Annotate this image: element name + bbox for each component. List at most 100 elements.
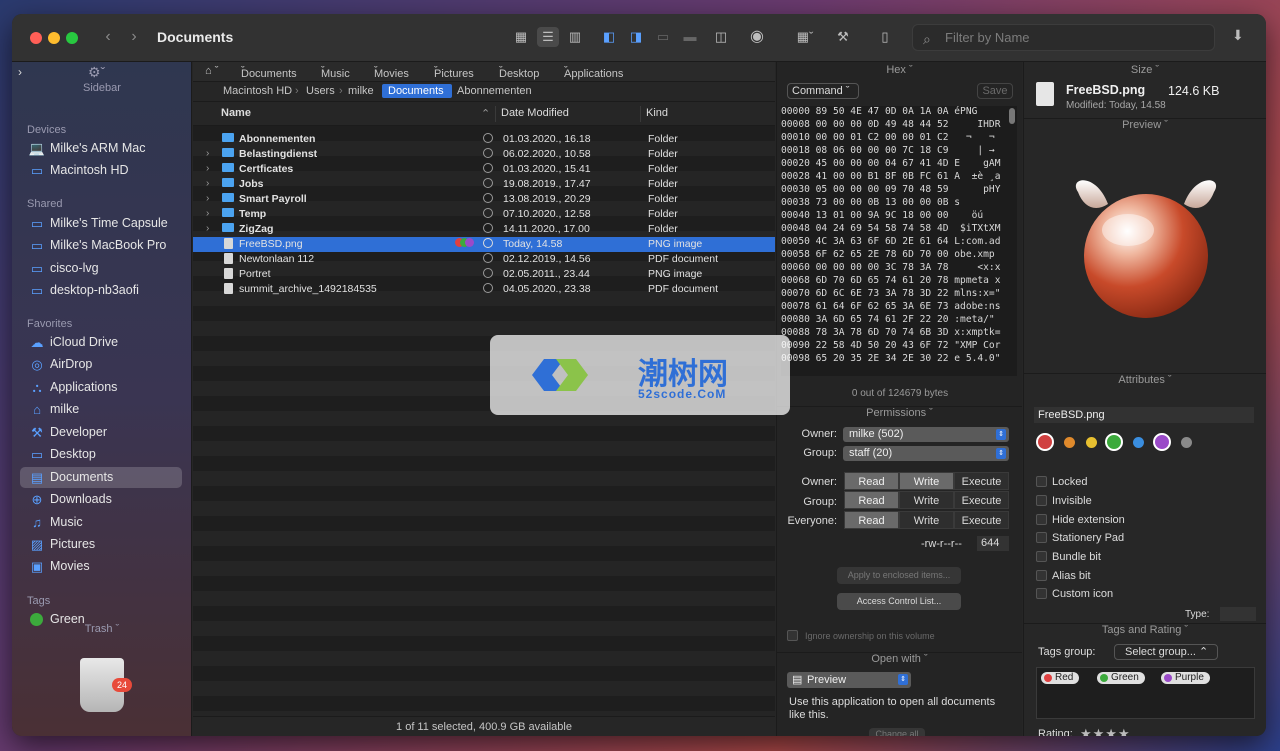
table-row[interactable]: › Certficates 01.03.2020., 15.41 Folder [193, 162, 775, 177]
disclosure-triangle-icon[interactable]: › [206, 178, 209, 189]
favorites-item[interactable]: Documents ˇ [241, 65, 297, 80]
tags-group-select[interactable]: Select group... ⌃ [1114, 644, 1218, 660]
column-kind[interactable]: Kind [646, 107, 668, 119]
home-icon[interactable]: ⌂ ˇ [205, 65, 218, 77]
disclosure-triangle-icon[interactable]: › [206, 148, 209, 159]
top-pane-icon[interactable]: ▬ [679, 27, 701, 47]
table-row[interactable]: › Belastingdienst 06.02.2020., 10.58 Fol… [193, 147, 775, 162]
alias-bit-checkbox[interactable] [1036, 570, 1047, 581]
sidebar-item-applications[interactable]: ⛬ Applications [20, 377, 182, 398]
list-view-icon[interactable]: ☰ [537, 27, 559, 47]
change-all-button[interactable]: Change all [869, 728, 925, 736]
everyone-read-toggle[interactable]: Read [844, 511, 899, 529]
group-execute-toggle[interactable]: Execute [954, 491, 1009, 509]
favorites-item[interactable]: Music ˇ [321, 65, 350, 80]
favorites-item[interactable]: Applications ˇ [564, 65, 623, 80]
disclosure-triangle-icon[interactable]: › [206, 163, 209, 174]
minimize-window-button[interactable] [48, 32, 60, 44]
favorites-item[interactable]: Desktop ˇ [499, 65, 539, 80]
open-with-header[interactable]: Open with ˇ [777, 652, 1022, 665]
trash-label[interactable]: Trash ˇ [12, 623, 192, 635]
eye-icon[interactable]: ◉ [744, 27, 770, 47]
permissions-header[interactable]: Permissions ˇ [777, 406, 1022, 419]
disclosure-triangle-icon[interactable]: › [206, 208, 209, 219]
save-button[interactable]: Save [977, 83, 1013, 99]
type-field[interactable] [1220, 607, 1256, 621]
sidebar-item-icloud[interactable]: ☁ iCloud Drive [20, 332, 182, 353]
sidebar-item-desktop[interactable]: ▭ Desktop [20, 444, 182, 465]
stationery-pad-checkbox[interactable] [1036, 532, 1047, 543]
table-row[interactable]: › Temp 07.10.2020., 12.58 Folder [193, 207, 775, 222]
invisible-checkbox[interactable] [1036, 495, 1047, 506]
sidebar-item-pictures[interactable]: ▨ Pictures [20, 534, 182, 555]
hex-scrollbar[interactable] [1009, 108, 1015, 124]
group-select[interactable]: staff (20) ⇕ [843, 446, 1009, 461]
sidebar-item-music[interactable]: ♫ Music [20, 512, 182, 533]
chevron-right-icon[interactable]: › [18, 65, 22, 79]
column-divider[interactable] [640, 106, 641, 122]
bottom-pane-icon[interactable]: ▭ [652, 27, 674, 47]
gear-menu-icon[interactable]: ⚙ˇ [88, 64, 105, 81]
owner-execute-toggle[interactable]: Execute [954, 472, 1009, 490]
attributes-name-field[interactable]: FreeBSD.png [1034, 407, 1254, 423]
download-arrow-icon[interactable]: ⬇ [1232, 27, 1244, 44]
octal-field[interactable]: 644 [977, 536, 1009, 551]
filter-search-field[interactable]: ⌕ Filter by Name [912, 24, 1215, 51]
breadcrumb-item[interactable]: Abonnementen [457, 85, 532, 97]
preview-header[interactable]: Preview ˇ [1024, 118, 1266, 131]
hide-extension-checkbox[interactable] [1036, 514, 1047, 525]
sidebar-item-milke[interactable]: ⌂ milke [20, 399, 182, 420]
open-with-select[interactable]: ▤ Preview ⇕ [787, 672, 911, 688]
table-row[interactable]: Newtonlaan 112 02.12.2019., 14.56 PDF do… [193, 252, 775, 267]
sidebar-item-downloads[interactable]: ⊕ Downloads [20, 489, 182, 510]
label-color-purple[interactable] [1153, 433, 1171, 451]
tag-chip-purple[interactable]: Purple [1161, 672, 1210, 684]
column-name[interactable]: Name [221, 107, 251, 119]
table-row[interactable]: summit_archive_1492184535 04.05.2020., 2… [193, 282, 775, 297]
sidebar-item-documents[interactable]: ▤ Documents [20, 467, 182, 488]
group-read-toggle[interactable]: Read [844, 491, 899, 509]
apply-enclosed-button[interactable]: Apply to enclosed items... [837, 567, 961, 584]
sort-ascending-icon[interactable]: ⌃ [481, 107, 490, 120]
attributes-header[interactable]: Attributes ˇ [1024, 373, 1266, 386]
column-divider[interactable] [495, 106, 496, 122]
favorites-item[interactable]: Pictures ˇ [434, 65, 474, 80]
sidebar-item-cisco-lvg[interactable]: ▭ cisco-lvg [20, 258, 182, 279]
zoom-window-button[interactable] [66, 32, 78, 44]
label-color-blue[interactable] [1133, 437, 1144, 448]
sidebar-item-time-capsule[interactable]: ▭ Milke's Time Capsule [20, 213, 182, 234]
table-row[interactable]: Abonnementen 01.03.2020., 16.18 Folder [193, 132, 775, 147]
table-row[interactable]: › Jobs 19.08.2019., 17.47 Folder [193, 177, 775, 192]
sidebar-item-desktop-nb3aofi[interactable]: ▭ desktop-nb3aofi [20, 280, 182, 301]
icon-view-icon[interactable]: ▦ [510, 27, 532, 47]
everyone-write-toggle[interactable]: Write [899, 511, 954, 529]
ignore-ownership-checkbox[interactable] [787, 630, 798, 641]
tag-chip-green[interactable]: Green [1097, 672, 1145, 684]
everyone-execute-toggle[interactable]: Execute [954, 511, 1009, 529]
group-write-toggle[interactable]: Write [899, 491, 954, 509]
tools-icon[interactable]: ⚒ [830, 27, 856, 47]
tag-chip-red[interactable]: Red [1041, 672, 1080, 684]
dual-pane-icon[interactable]: ◫ [710, 27, 732, 47]
bundle-bit-checkbox[interactable] [1036, 551, 1047, 562]
breadcrumb-item[interactable]: milke [348, 85, 374, 97]
table-row[interactable]: › ZigZag 14.11.2020., 17.00 Folder [193, 222, 775, 237]
sidebar-item-macintosh-hd[interactable]: ▭ Macintosh HD [20, 160, 182, 181]
column-view-icon[interactable]: ▥ [564, 27, 586, 47]
forward-icon[interactable]: › [126, 28, 142, 46]
sidebar-item-movies[interactable]: ▣ Movies [20, 556, 182, 577]
sidebar-item-macbook-pro[interactable]: ▭ Milke's MacBook Pro [20, 235, 182, 256]
breadcrumb-item[interactable]: Macintosh HD [223, 85, 292, 97]
custom-icon-checkbox[interactable] [1036, 588, 1047, 599]
table-row[interactable]: › Smart Payroll 13.08.2019., 20.29 Folde… [193, 192, 775, 207]
table-row-selected[interactable]: FreeBSD.png Today, 14.58 PNG image [193, 237, 775, 252]
breadcrumb-item[interactable]: Users [306, 85, 335, 97]
arrange-menu-icon[interactable]: ▦ˇ [790, 27, 820, 47]
hex-header[interactable]: Hex ˇ [777, 64, 1022, 76]
owner-select[interactable]: milke (502) ⇕ [843, 427, 1009, 442]
breadcrumb-item-selected[interactable]: Documents [382, 84, 452, 98]
tags-field[interactable]: Red Green Purple [1036, 667, 1255, 719]
column-date-modified[interactable]: Date Modified [501, 107, 569, 119]
label-color-orange[interactable] [1064, 437, 1075, 448]
file-list[interactable]: Abonnementen 01.03.2020., 16.18 Folder ›… [193, 126, 775, 716]
